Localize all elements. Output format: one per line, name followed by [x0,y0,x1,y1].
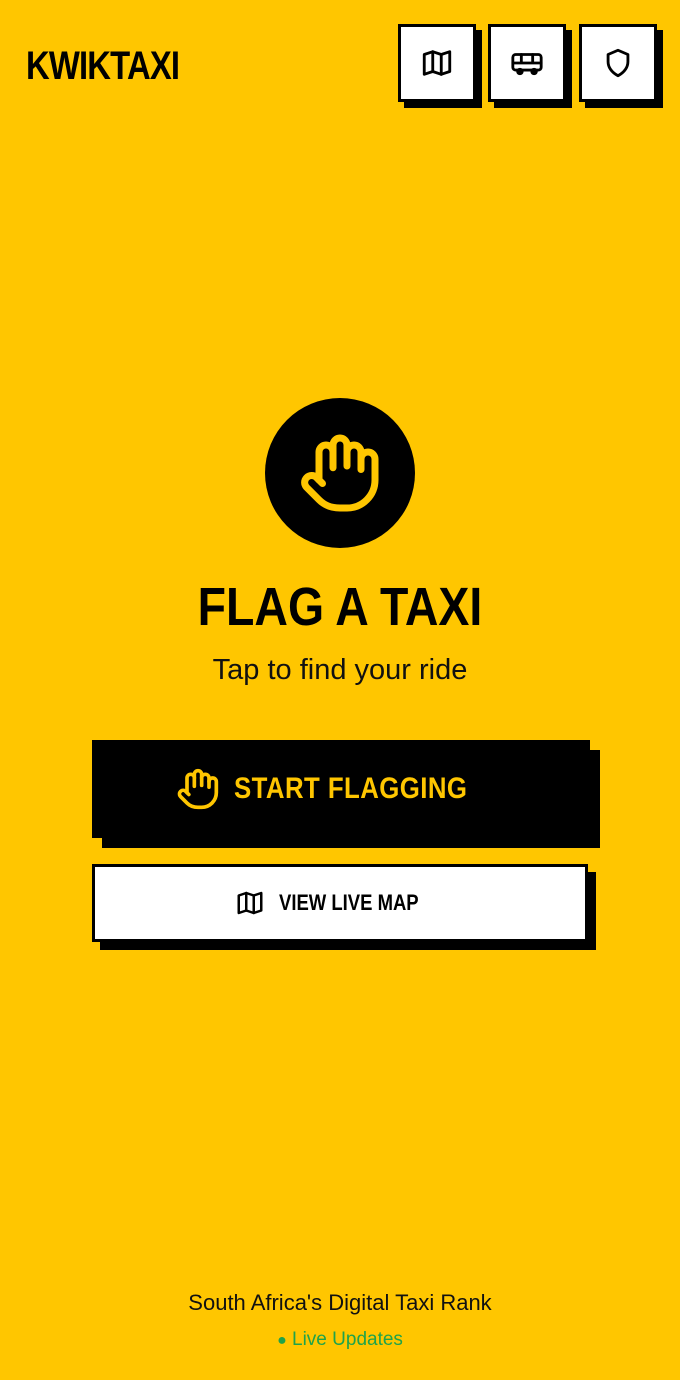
live-status-label: Live Updates [292,1329,403,1350]
page-title: FLAG A TAXI [197,577,483,637]
shield-icon [606,48,630,78]
safety-nav-button[interactable] [579,24,657,102]
live-status-dot: ● [277,1332,287,1349]
bus-nav-button[interactable] [488,24,566,102]
map-icon [422,50,452,76]
map-nav-button[interactable] [398,24,476,102]
footer-tagline: South Africa's Digital Taxi Rank [188,1290,492,1315]
brand-logo: KWIKTAXI [26,44,180,88]
view-live-map-label: VIEW LIVE MAP [278,890,419,915]
raised-hand-icon [177,768,219,810]
start-flagging-button[interactable]: START FLAGGING [92,740,590,838]
raised-hand-icon [301,434,379,512]
start-flagging-label: START FLAGGING [234,772,468,805]
hero-hand-badge [265,398,415,548]
map-icon [237,891,263,915]
view-live-map-button[interactable]: VIEW LIVE MAP [92,864,588,942]
page-subtitle: Tap to find your ride [212,654,468,686]
live-status: ● Live Updates [0,1326,680,1355]
app-header: KWIKTAXI [0,0,680,130]
bus-icon [511,53,543,76]
